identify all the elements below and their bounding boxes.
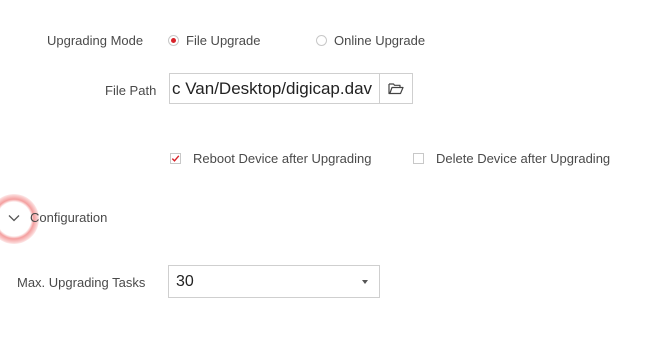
- dropdown-caret-icon: [362, 280, 368, 284]
- delete-option[interactable]: Delete Device after Upgrading: [413, 151, 610, 166]
- configuration-toggle[interactable]: Configuration: [8, 210, 107, 225]
- chevron-down-icon: [8, 214, 20, 221]
- delete-label: Delete Device after Upgrading: [436, 151, 611, 166]
- reboot-option[interactable]: Reboot Device after Upgrading: [170, 151, 372, 166]
- file-path-label: File Path: [105, 83, 157, 98]
- online-upgrade-radio[interactable]: [316, 35, 327, 46]
- folder-open-icon: [388, 83, 404, 95]
- configuration-title: Configuration: [30, 210, 108, 225]
- radio-online-upgrade[interactable]: Online Upgrade: [316, 33, 425, 48]
- file-path-input[interactable]: c Van/Desktop/digicap.dav: [169, 73, 380, 104]
- reboot-label: Reboot Device after Upgrading: [193, 151, 372, 166]
- max-tasks-value: 30: [176, 273, 194, 290]
- checkmark-icon: [171, 155, 180, 162]
- radio-file-upgrade[interactable]: File Upgrade: [168, 33, 260, 48]
- file-upgrade-radio[interactable]: [168, 35, 179, 46]
- upgrading-mode-label: Upgrading Mode: [47, 33, 144, 48]
- online-upgrade-label: Online Upgrade: [334, 33, 426, 48]
- browse-button[interactable]: [379, 73, 413, 104]
- file-upgrade-label: File Upgrade: [186, 33, 261, 48]
- reboot-checkbox[interactable]: [170, 153, 181, 164]
- max-tasks-label: Max. Upgrading Tasks: [17, 275, 146, 290]
- delete-checkbox[interactable]: [413, 153, 424, 164]
- max-tasks-select[interactable]: 30: [168, 265, 380, 298]
